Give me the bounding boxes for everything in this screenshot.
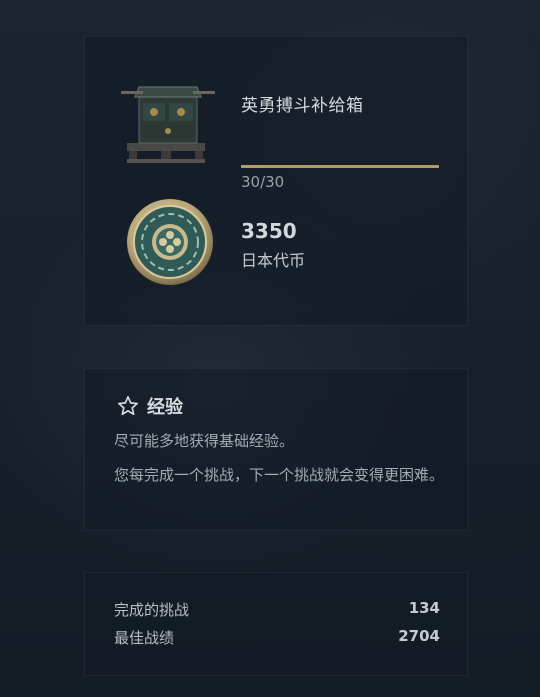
reward-supply-box: 英勇搏斗补给箱 30/30 <box>85 75 467 191</box>
supply-crate-icon <box>121 86 215 163</box>
currency-name: 日本代币 <box>241 251 306 270</box>
stat-label-completed-challenges: 完成的挑战 <box>114 601 190 619</box>
stat-row: 完成的挑战 134 <box>114 599 440 623</box>
stat-value-best-result: 2704 <box>398 627 440 645</box>
reward-currency: 3350 日本代币 <box>85 197 467 307</box>
japanese-token-coin-icon <box>127 199 213 285</box>
star-outline-icon <box>118 396 138 416</box>
stat-value-completed-challenges: 134 <box>408 599 440 617</box>
experience-description: 尽可能多地获得基础经验。 <box>114 432 295 450</box>
reward-progress-bar <box>241 165 439 168</box>
reward-progress-text: 30/30 <box>241 173 285 191</box>
currency-amount: 3350 <box>241 219 297 243</box>
reward-title: 英勇搏斗补给箱 <box>241 96 364 116</box>
rewards-panel: 英勇搏斗补给箱 30/30 3350 日本代币 <box>84 36 468 326</box>
reward-progress-fill <box>241 165 439 168</box>
experience-title: 经验 <box>147 397 183 418</box>
stat-label-best-result: 最佳战绩 <box>114 629 175 647</box>
experience-difficulty-note: 您每完成一个挑战，下一个挑战就会变得更困难。 <box>114 466 445 484</box>
experience-panel: 经验 尽可能多地获得基础经验。 您每完成一个挑战，下一个挑战就会变得更困难。 <box>84 368 468 531</box>
stat-row: 最佳战绩 2704 <box>114 627 440 651</box>
experience-header: 经验 <box>117 393 183 419</box>
stats-panel: 完成的挑战 134 最佳战绩 2704 <box>84 572 468 676</box>
